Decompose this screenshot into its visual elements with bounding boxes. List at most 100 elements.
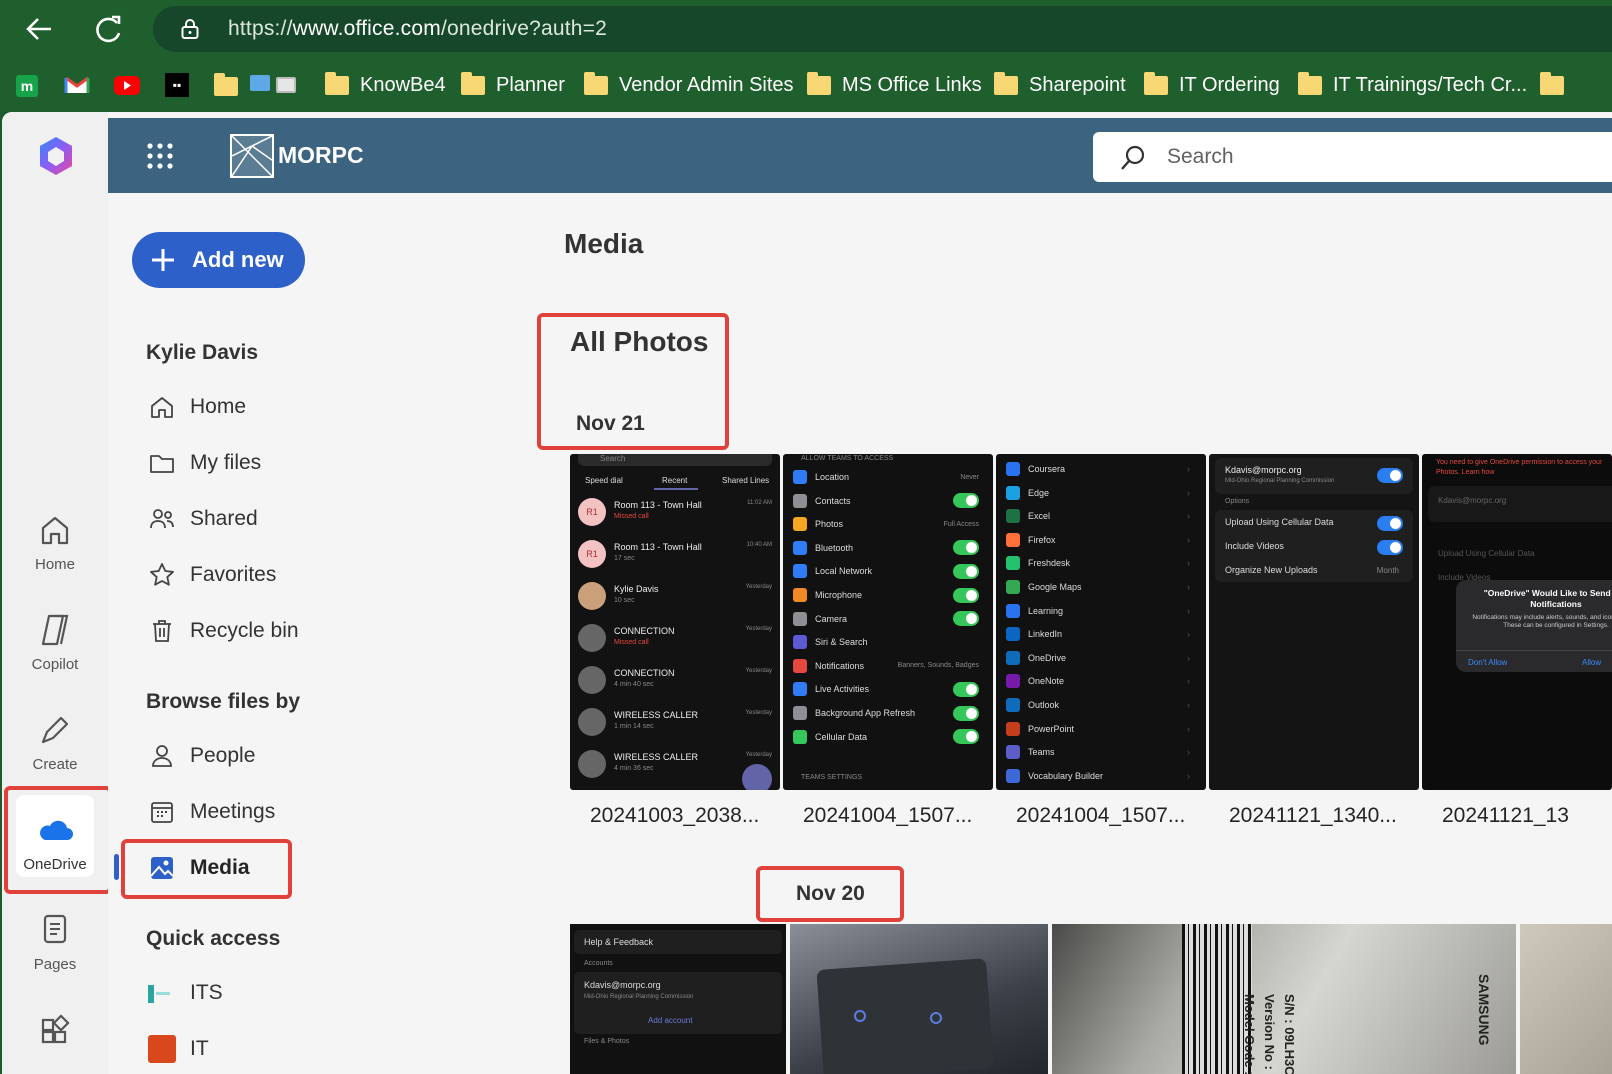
avatar <box>578 750 606 778</box>
photo-caption[interactable]: 20241003_2038... <box>590 804 759 828</box>
app-row: Edge › <box>1006 482 1198 504</box>
rail-create[interactable]: Create <box>2 710 108 773</box>
folder-icon[interactable] <box>214 73 249 101</box>
rail-apps[interactable] <box>2 1010 108 1056</box>
address-bar[interactable]: https://www.office.com/onedrive?auth=2 <box>153 6 1612 52</box>
desktop-icon[interactable] <box>250 75 270 91</box>
permission-icon <box>793 588 807 602</box>
thumb4-options: Options <box>1225 498 1250 505</box>
photo-thumbnail-6[interactable]: Help & Feedback Accounts Kdavis@morpc.or… <box>570 924 786 1074</box>
toggle-switch <box>953 705 979 721</box>
call-time: Yesterday <box>745 710 772 716</box>
nav-people[interactable]: People <box>148 742 255 770</box>
nav-home[interactable]: Home <box>148 393 246 421</box>
org-name[interactable]: MORPC <box>278 142 364 169</box>
window-icon[interactable] <box>276 77 296 93</box>
rail-pages[interactable]: Pages <box>2 910 108 973</box>
thumb4-org: Mid-Ohio Regional Planning Commission <box>1225 478 1335 484</box>
home-icon <box>35 510 75 550</box>
photo-thumbnail-1[interactable]: Search Speed dial Recent Shared Lines R1… <box>570 454 780 790</box>
app-row: Firefox › <box>1006 529 1198 551</box>
nav-recycle-bin[interactable]: Recycle bin <box>148 617 299 645</box>
add-new-button[interactable]: Add new <box>132 232 305 288</box>
nav-meetings[interactable]: Meetings <box>148 798 275 826</box>
thumb2-footer: TEAMS SETTINGS <box>801 774 863 781</box>
chevron-right-icon: › <box>1187 558 1190 569</box>
bookmark-sharepoint[interactable]: Sharepoint <box>994 70 1126 100</box>
app-launcher-icon[interactable] <box>146 142 174 175</box>
call-sub: 10 sec <box>614 597 635 604</box>
app-row: Vocabulary Builder › <box>1006 765 1198 787</box>
photo-thumbnail-2[interactable]: ALLOW TEAMS TO ACCESS Location Never Conta… <box>783 454 993 790</box>
gmail-icon[interactable] <box>64 75 90 100</box>
m-app-icon[interactable]: m <box>16 75 38 97</box>
permission-label: Photos <box>815 519 844 530</box>
chevron-right-icon: › <box>1187 534 1190 545</box>
star-icon <box>150 563 174 586</box>
thumb1-tab: Shared Lines <box>722 476 770 485</box>
photo-thumbnail-7[interactable] <box>790 924 1048 1074</box>
permission-row: Background App Refresh <box>793 702 985 724</box>
photo-caption[interactable]: 20241004_1507... <box>1016 804 1185 828</box>
photo-caption[interactable]: 20241121_13 <box>1442 804 1569 828</box>
folder-outline-icon <box>150 455 174 473</box>
person-icon <box>152 745 172 767</box>
bookmark-vendor-admin-sites[interactable]: Vendor Admin Sites <box>584 70 794 100</box>
call-time: Yesterday <box>745 626 772 632</box>
photo-thumbnail-3[interactable]: Coursera › Edge › Excel › Firefox › Freshdesk › Go… <box>996 454 1206 790</box>
photo-thumbnail-9[interactable] <box>1520 924 1612 1074</box>
bookmark-knowbe4[interactable]: KnowBe4 <box>325 70 446 100</box>
app-label: Freshdesk <box>1028 558 1071 569</box>
bookmark-planner[interactable]: Planner <box>461 70 565 100</box>
folder-icon <box>584 71 608 95</box>
browse-files-heading: Browse files by <box>146 690 301 713</box>
chevron-right-icon: › <box>1187 723 1190 734</box>
nav-favorites[interactable]: Favorites <box>148 561 276 589</box>
quick-its[interactable]: ITS <box>148 979 223 1007</box>
chevron-right-icon: › <box>1187 582 1190 592</box>
quick-it[interactable]: IT <box>148 1035 209 1063</box>
bookmark-it-trainings[interactable]: IT Trainings/Tech Cr... <box>1298 70 1527 100</box>
chevron-right-icon: › <box>1187 770 1190 781</box>
app-icon <box>1006 603 1020 618</box>
permission-row: Live Activities <box>793 678 985 700</box>
lock-icon <box>181 19 199 39</box>
rail-home[interactable]: Home <box>2 510 108 573</box>
app-icon <box>1006 721 1020 736</box>
permission-label: Cellular Data <box>815 731 868 742</box>
avatar: R1 <box>578 498 606 526</box>
permission-row: Camera <box>793 608 985 630</box>
photo-thumbnail-5[interactable]: You need to give OneDrive permission to … <box>1422 454 1612 790</box>
search-placeholder: Search <box>1167 145 1234 168</box>
bookmark-it-ordering[interactable]: IT Ordering <box>1144 70 1280 100</box>
rail-copilot[interactable]: Copilot <box>2 610 108 673</box>
highlight-nov-20 <box>756 866 904 922</box>
permission-label: Location <box>815 472 850 482</box>
photo-caption[interactable]: 20241004_1507... <box>803 804 972 828</box>
bookmark-ms-office-links[interactable]: MS Office Links <box>807 70 982 100</box>
photo-thumbnail-4[interactable]: Kdavis@morpc.org Mid-Ohio Regional Plann… <box>1209 454 1419 790</box>
org-logo-icon[interactable] <box>230 134 274 178</box>
site-logo-icon <box>148 979 176 1007</box>
apps-icon <box>35 1010 75 1050</box>
search-box[interactable]: Search <box>1093 132 1612 182</box>
youtube-icon[interactable] <box>114 76 140 95</box>
call-name: Room 113 - Town Hall <box>614 500 702 510</box>
thumb4-opt1: Upload Using Cellular Data <box>1225 517 1334 527</box>
thumb6-accounts: Accounts <box>584 960 613 967</box>
nav-shared[interactable]: Shared <box>148 505 258 533</box>
thumb5-email: Kdavis@morpc.org <box>1438 496 1507 505</box>
photo-caption[interactable]: 20241121_1340... <box>1229 804 1397 828</box>
pen-icon <box>35 710 75 750</box>
chevron-right-icon: › <box>1187 464 1190 474</box>
app-label: Google Maps <box>1028 582 1082 592</box>
app-shortcut-icon[interactable]: ▪▪ <box>165 73 189 97</box>
avatar: R1 <box>578 540 606 568</box>
photo-thumbnail-8[interactable]: Model Code : UN4 Version No : DB08 S/N :… <box>1052 924 1516 1074</box>
call-time: 11:02 AM <box>747 500 772 506</box>
m365-logo-icon[interactable] <box>34 134 78 183</box>
nav-my-files[interactable]: My files <box>148 449 261 477</box>
bookmark-overflow-folder[interactable] <box>1540 70 1575 100</box>
highlight-all-photos <box>537 313 729 450</box>
app-label: PowerPoint <box>1028 723 1075 734</box>
